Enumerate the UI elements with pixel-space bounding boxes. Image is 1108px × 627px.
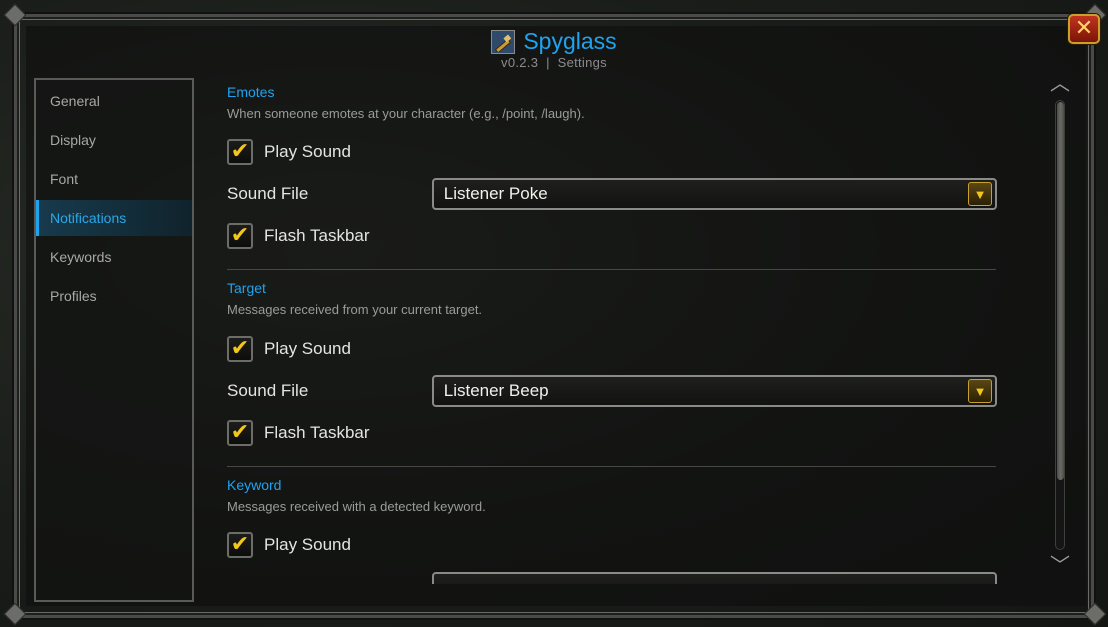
section-divider <box>227 269 996 270</box>
target-section: Target Messages received from your curre… <box>227 280 997 317</box>
checkmark-icon: ✔ <box>230 139 250 164</box>
target-sound-file-row: Sound File Listener Beep ▼ <box>227 374 997 408</box>
sound-file-label: Sound File <box>227 184 309 203</box>
section-title: Target <box>227 280 266 296</box>
keyword-sound-file-dropdown[interactable] <box>431 572 997 584</box>
section-description: Messages received from your current targ… <box>227 302 483 317</box>
target-sound-file-dropdown[interactable]: Listener Beep ▼ <box>431 375 997 407</box>
checkbox-label: Flash Taskbar <box>264 423 370 442</box>
emotes-sound-file-row: Sound File Listener Poke ▼ <box>227 177 997 211</box>
emotes-flash-taskbar-checkbox[interactable]: ✔ <box>227 223 253 249</box>
keyword-section: Keyword Messages received with a detecte… <box>227 477 997 514</box>
window-header: Spyglass v0.2.3 | Settings <box>0 28 1108 70</box>
emotes-sound-file-dropdown[interactable]: Listener Poke ▼ <box>431 178 997 210</box>
checkmark-icon: ✔ <box>230 223 250 248</box>
settings-sidebar: General Display Font Notifications Keywo… <box>34 78 194 602</box>
sidebar-item-notifications[interactable]: Notifications <box>36 200 192 236</box>
sidebar-item-font[interactable]: Font <box>36 161 192 197</box>
keyword-play-sound-checkbox[interactable]: ✔ <box>227 532 253 558</box>
dropdown-arrow-icon[interactable]: ▼ <box>968 182 992 206</box>
sound-file-label: Sound File <box>227 381 309 400</box>
checkbox-label: Play Sound <box>264 535 351 554</box>
subtitle-separator: | <box>546 54 550 70</box>
notifications-panel: Emotes When someone emotes at your chara… <box>200 74 1060 584</box>
keyword-sound-file-row <box>227 572 997 584</box>
app-title: Spyglass <box>523 28 617 54</box>
settings-label: Settings <box>557 54 607 70</box>
checkmark-icon: ✔ <box>230 532 250 557</box>
sidebar-item-general[interactable]: General <box>36 83 192 119</box>
chevron-up-icon[interactable]: ︿ <box>1048 73 1072 93</box>
dropdown-value: Listener Beep <box>443 381 549 400</box>
target-flash-row: ✔ Flash Taskbar <box>227 418 997 448</box>
emotes-play-sound-checkbox[interactable]: ✔ <box>227 139 253 165</box>
target-flash-taskbar-checkbox[interactable]: ✔ <box>227 420 253 446</box>
version-label: v0.2.3 <box>501 54 539 70</box>
sidebar-item-display[interactable]: Display <box>36 122 192 158</box>
section-title: Emotes <box>227 84 275 100</box>
section-divider <box>227 466 996 467</box>
checkbox-label: Flash Taskbar <box>264 226 370 245</box>
emotes-flash-row: ✔ Flash Taskbar <box>227 221 997 251</box>
sidebar-item-profiles[interactable]: Profiles <box>36 278 192 314</box>
checkmark-icon: ✔ <box>230 336 250 361</box>
section-description: Messages received with a detected keywor… <box>227 499 486 514</box>
section-description: When someone emotes at your character (e… <box>227 106 585 121</box>
emotes-section: Emotes When someone emotes at your chara… <box>227 84 997 121</box>
target-play-sound-row: ✔ Play Sound <box>227 334 997 364</box>
sidebar-item-keywords[interactable]: Keywords <box>36 239 192 275</box>
target-play-sound-checkbox[interactable]: ✔ <box>227 336 253 362</box>
checkbox-label: Play Sound <box>264 142 351 161</box>
dropdown-value: Listener Poke <box>443 184 548 203</box>
section-title: Keyword <box>227 477 282 493</box>
app-subtitle: v0.2.3 | Settings <box>0 55 1108 70</box>
chevron-down-icon[interactable]: ﹀ <box>1048 555 1072 575</box>
scrollbar-thumb[interactable] <box>1057 102 1064 480</box>
emotes-play-sound-row: ✔ Play Sound <box>227 137 997 167</box>
keyword-play-sound-row: ✔ Play Sound <box>227 530 997 560</box>
checkmark-icon: ✔ <box>230 420 250 445</box>
dropdown-arrow-icon[interactable]: ▼ <box>968 379 992 403</box>
checkbox-label: Play Sound <box>264 339 351 358</box>
spyglass-icon <box>491 29 516 54</box>
